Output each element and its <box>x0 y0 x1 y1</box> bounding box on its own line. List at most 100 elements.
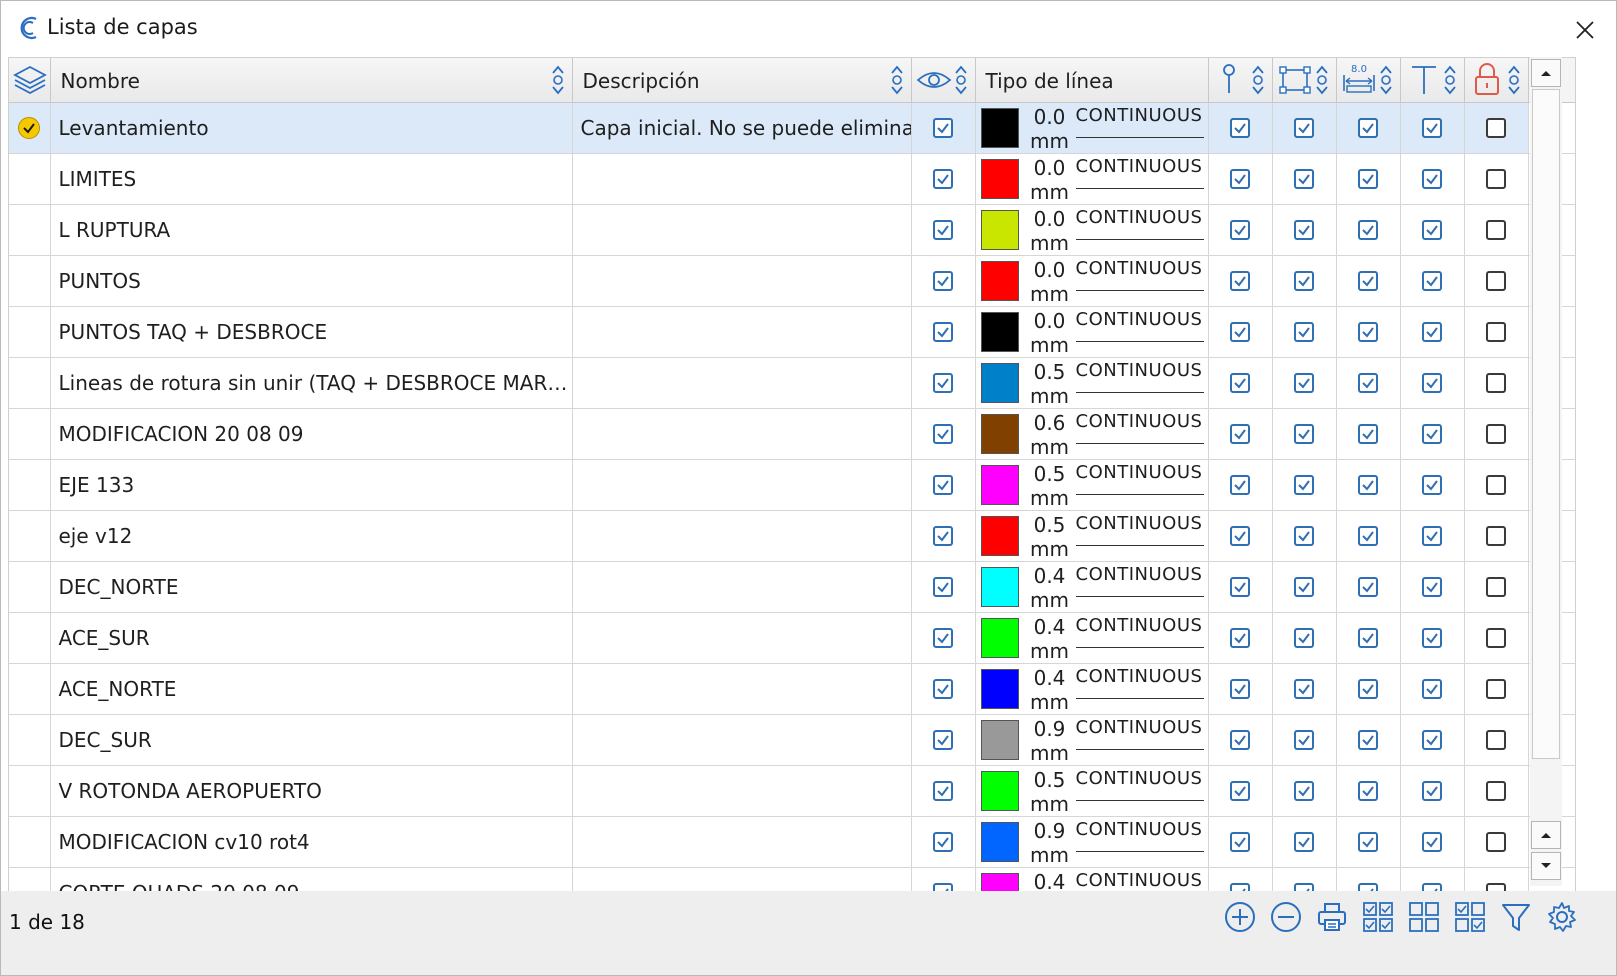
linetype-name[interactable]: CONTINUOUS <box>1076 258 1203 279</box>
visible-checkbox[interactable] <box>933 475 953 495</box>
color-swatch[interactable] <box>980 363 1019 403</box>
text-cell[interactable] <box>1400 102 1465 154</box>
text-checkbox[interactable] <box>1422 679 1442 699</box>
snap-checkbox[interactable] <box>1294 373 1314 393</box>
visible-checkbox[interactable] <box>933 628 953 648</box>
dimension-checkbox[interactable] <box>1358 730 1378 750</box>
current-layer-cell[interactable] <box>9 408 51 460</box>
color-swatch[interactable] <box>980 108 1019 148</box>
pin-checkbox[interactable] <box>1230 118 1250 138</box>
line-weight[interactable]: 0.9 mm <box>1028 819 1072 867</box>
visible-cell[interactable] <box>911 765 976 817</box>
color-swatch[interactable] <box>980 771 1019 811</box>
dimension-cell[interactable] <box>1336 255 1401 307</box>
dimension-checkbox[interactable] <box>1358 169 1378 189</box>
dimension-cell[interactable] <box>1336 306 1401 358</box>
current-layer-cell[interactable] <box>9 153 51 205</box>
snap-checkbox[interactable] <box>1294 628 1314 648</box>
snap-cell[interactable] <box>1272 306 1337 358</box>
layer-name[interactable]: Levantamiento <box>50 102 573 154</box>
pin-checkbox[interactable] <box>1230 679 1250 699</box>
visible-cell[interactable] <box>911 204 976 256</box>
line-weight[interactable]: 0.5 mm <box>1028 462 1072 510</box>
color-swatch[interactable] <box>980 567 1019 607</box>
lock-checkbox[interactable] <box>1486 118 1506 138</box>
snap-cell[interactable] <box>1272 408 1337 460</box>
dimension-cell[interactable] <box>1336 612 1401 664</box>
visible-checkbox[interactable] <box>933 526 953 546</box>
linetype-name[interactable]: CONTINUOUS <box>1076 156 1203 177</box>
visible-cell[interactable] <box>911 510 976 562</box>
color-swatch[interactable] <box>980 159 1019 199</box>
table-row[interactable]: PUNTOS 0.0 mm CONTINUOUS <box>9 255 1575 307</box>
lock-cell[interactable] <box>1464 255 1529 307</box>
line-weight[interactable]: 0.0 mm <box>1028 156 1072 204</box>
lock-checkbox[interactable] <box>1486 271 1506 291</box>
pin-cell[interactable] <box>1208 102 1273 154</box>
linetype-name[interactable]: CONTINUOUS <box>1076 309 1203 330</box>
layer-name[interactable]: eje v12 <box>50 510 573 562</box>
visible-checkbox[interactable] <box>933 322 953 342</box>
lock-checkbox[interactable] <box>1486 475 1506 495</box>
current-layer-cell[interactable] <box>9 102 51 154</box>
snap-cell[interactable] <box>1272 153 1337 205</box>
lock-checkbox[interactable] <box>1486 220 1506 240</box>
table-row[interactable]: L RUPTURA 0.0 mm CONTINUOUS <box>9 204 1575 256</box>
dimension-checkbox[interactable] <box>1358 373 1378 393</box>
line-weight[interactable]: 0.4mm <box>1028 615 1072 663</box>
lock-cell[interactable] <box>1464 408 1529 460</box>
linetype-cell[interactable]: 0.9 mm CONTINUOUS <box>975 816 1209 868</box>
color-swatch[interactable] <box>980 312 1019 352</box>
lock-checkbox[interactable] <box>1486 373 1506 393</box>
dimension-checkbox[interactable] <box>1358 832 1378 852</box>
linetype-name[interactable]: CONTINUOUS <box>1076 513 1203 534</box>
pin-cell[interactable] <box>1208 561 1273 613</box>
lock-cell[interactable] <box>1464 102 1529 154</box>
text-checkbox[interactable] <box>1422 118 1442 138</box>
layer-name[interactable]: MODIFICACION 20 08 09 <box>50 408 573 460</box>
linetype-name[interactable]: CONTINUOUS <box>1076 360 1203 381</box>
visible-checkbox[interactable] <box>933 271 953 291</box>
snap-cell[interactable] <box>1272 102 1337 154</box>
text-cell[interactable] <box>1400 306 1465 358</box>
pin-checkbox[interactable] <box>1230 526 1250 546</box>
table-row[interactable]: DEC_SUR 0.9 mm CONTINUOUS <box>9 714 1575 766</box>
table-row[interactable]: EJE 133 0.5 mm CONTINUOUS <box>9 459 1575 511</box>
dimension-checkbox[interactable] <box>1358 577 1378 597</box>
print-button[interactable] <box>1315 900 1349 934</box>
text-checkbox[interactable] <box>1422 475 1442 495</box>
visible-cell[interactable] <box>911 306 976 358</box>
snap-cell[interactable] <box>1272 816 1337 868</box>
line-weight[interactable]: 0.5 mm <box>1028 768 1072 816</box>
text-checkbox[interactable] <box>1422 526 1442 546</box>
text-cell[interactable] <box>1400 255 1465 307</box>
snap-cell[interactable] <box>1272 510 1337 562</box>
text-cell[interactable] <box>1400 816 1465 868</box>
vertical-scrollbar[interactable] <box>1530 57 1562 886</box>
pin-checkbox[interactable] <box>1230 628 1250 648</box>
text-checkbox[interactable] <box>1422 373 1442 393</box>
sort-icon[interactable] <box>550 64 566 96</box>
scroll-up-button[interactable] <box>1531 59 1561 87</box>
header-visibility[interactable] <box>911 58 976 103</box>
pin-checkbox[interactable] <box>1230 220 1250 240</box>
lock-cell[interactable] <box>1464 765 1529 817</box>
pin-cell[interactable] <box>1208 153 1273 205</box>
text-cell[interactable] <box>1400 357 1465 409</box>
visible-checkbox[interactable] <box>933 169 953 189</box>
header-name[interactable]: Nombre <box>50 58 573 103</box>
pin-cell[interactable] <box>1208 816 1273 868</box>
color-swatch[interactable] <box>980 516 1019 556</box>
pin-checkbox[interactable] <box>1230 169 1250 189</box>
snap-checkbox[interactable] <box>1294 781 1314 801</box>
linetype-name[interactable]: CONTINUOUS <box>1076 819 1203 840</box>
snap-cell[interactable] <box>1272 561 1337 613</box>
layer-description[interactable] <box>572 816 912 868</box>
dimension-checkbox[interactable] <box>1358 220 1378 240</box>
table-row[interactable]: eje v12 0.5 mm CONTINUOUS <box>9 510 1575 562</box>
visible-checkbox[interactable] <box>933 373 953 393</box>
color-swatch[interactable] <box>980 618 1019 658</box>
line-weight[interactable]: 0.5 mm <box>1028 513 1072 561</box>
current-layer-cell[interactable] <box>9 561 51 613</box>
layer-name[interactable]: PUNTOS <box>50 255 573 307</box>
